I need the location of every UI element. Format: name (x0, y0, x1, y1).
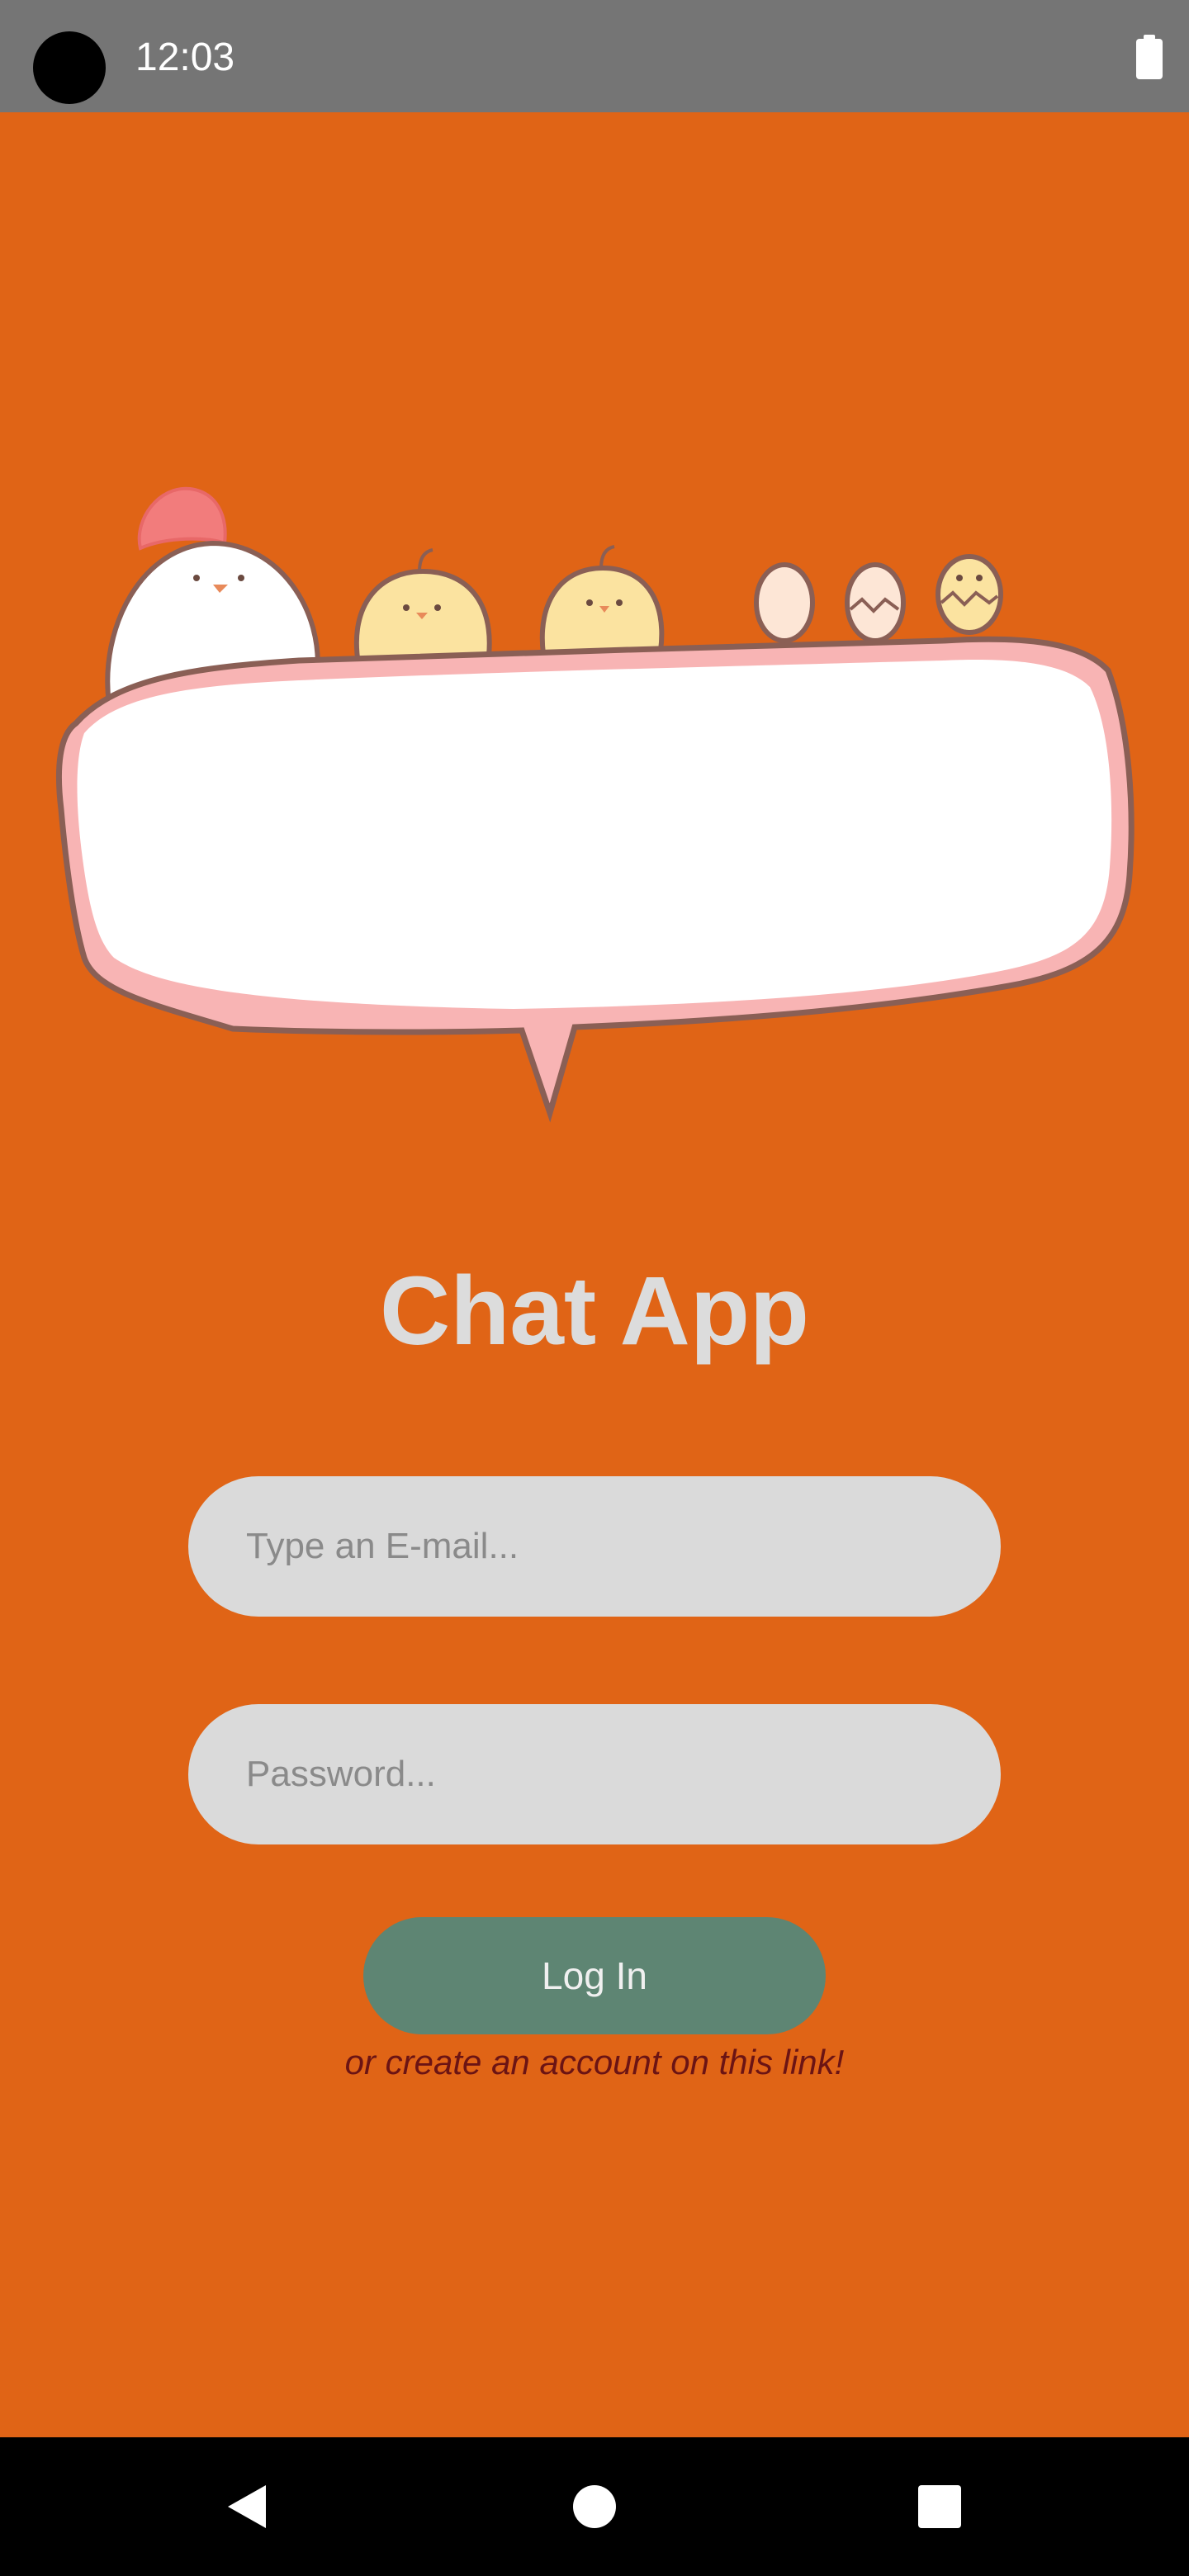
battery-full-icon (1136, 35, 1163, 79)
home-circle-icon[interactable] (561, 2474, 628, 2540)
chicken-family-speech-bubble-illustration (55, 486, 1135, 1123)
recents-square-icon[interactable] (907, 2474, 973, 2540)
status-bar: 12:03 (0, 0, 1189, 112)
back-triangle-icon[interactable] (216, 2474, 282, 2540)
status-time: 12:03 (135, 36, 235, 79)
email-field[interactable] (188, 1476, 1001, 1617)
camera-cutout (33, 31, 106, 104)
create-account-link[interactable]: or create an account on this link! (0, 2039, 1189, 2086)
login-button[interactable]: Log In (363, 1917, 826, 2034)
password-field[interactable] (188, 1704, 1001, 1844)
page-title: Chat App (380, 1257, 809, 1366)
login-screen: 12:03 Chat App Type an E-mail... Log In … (0, 0, 1189, 2576)
system-nav-bar (0, 2437, 1189, 2576)
